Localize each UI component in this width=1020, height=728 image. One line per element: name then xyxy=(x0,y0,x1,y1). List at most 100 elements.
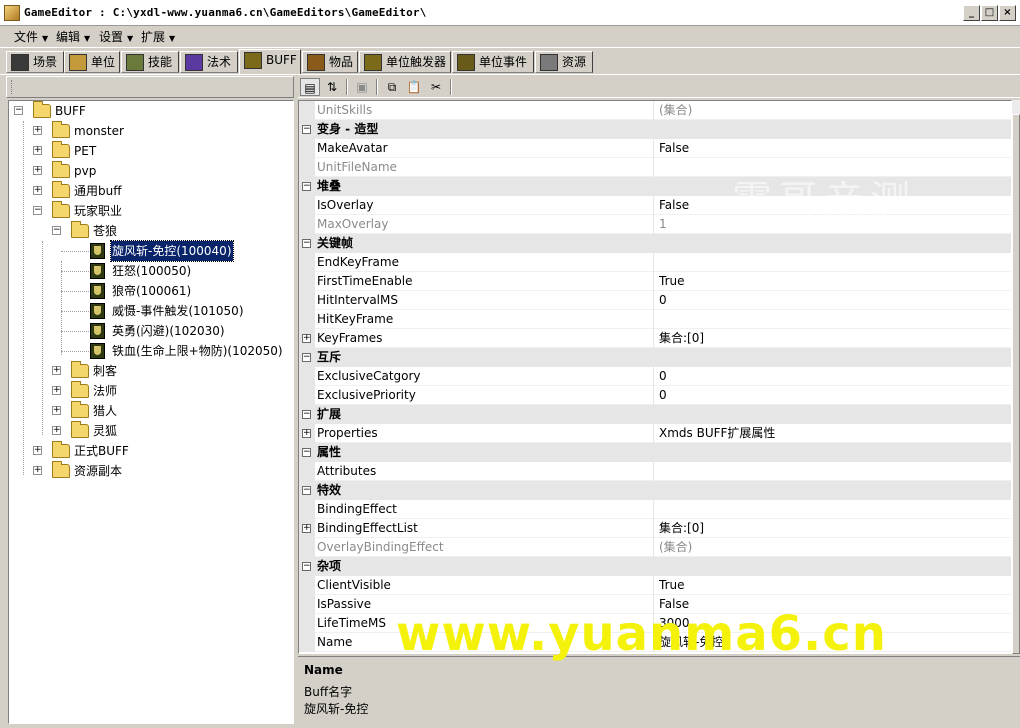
property-row[interactable]: Attributes xyxy=(299,462,1011,481)
property-category[interactable]: − 互斥 xyxy=(299,348,1011,367)
property-row[interactable]: FirstTimeEnable True xyxy=(299,272,1011,291)
property-category[interactable]: − 杂项 xyxy=(299,557,1011,576)
property-row[interactable]: + KeyFrames 集合:[0] xyxy=(299,329,1011,348)
chevron-down-icon: ▼ xyxy=(42,34,49,43)
property-value[interactable]: 集合:[0] xyxy=(659,329,1011,348)
property-category[interactable]: − 特效 xyxy=(299,481,1011,500)
paste-icon[interactable]: 📋 xyxy=(404,78,424,96)
property-name: FirstTimeEnable xyxy=(317,272,654,291)
property-row[interactable]: BindingEffect xyxy=(299,500,1011,519)
property-row[interactable]: MakeAvatar False xyxy=(299,139,1011,158)
minimize-button[interactable]: _ xyxy=(963,5,980,21)
expand-icon[interactable]: + xyxy=(52,426,61,435)
property-category[interactable]: − 属性 xyxy=(299,443,1011,462)
property-value[interactable] xyxy=(659,253,1011,272)
tab-unit-event[interactable]: 单位事件 xyxy=(452,51,534,73)
tab-spell[interactable]: 法术 xyxy=(180,51,238,73)
property-value[interactable]: (集合) xyxy=(659,538,1011,557)
tab-resource[interactable]: 资源 xyxy=(535,51,593,73)
collapse-icon[interactable]: − xyxy=(302,353,311,362)
vertical-scrollbar[interactable] xyxy=(1012,100,1020,654)
buff-tree: − BUFF + monster + PET + pvp + 通用buff − 玩家职业 −… xyxy=(8,100,294,724)
expand-icon[interactable]: + xyxy=(33,186,42,195)
row-gutter xyxy=(299,196,315,215)
expand-icon[interactable]: + xyxy=(33,466,42,475)
property-value[interactable] xyxy=(659,500,1011,519)
property-row[interactable]: + BindingEffectList 集合:[0] xyxy=(299,519,1011,538)
expand-icon[interactable]: + xyxy=(33,146,42,155)
folder-icon xyxy=(52,181,70,198)
property-value[interactable]: 0 xyxy=(659,291,1011,310)
collapse-icon[interactable]: − xyxy=(14,106,23,115)
expand-icon[interactable]: + xyxy=(33,126,42,135)
property-row[interactable]: ExclusiveCatgory 0 xyxy=(299,367,1011,386)
expand-icon[interactable]: + xyxy=(302,334,311,343)
tab-unit-trigger[interactable]: 单位触发器 xyxy=(359,51,451,73)
collapse-icon[interactable]: − xyxy=(33,206,42,215)
tab-skill[interactable]: 技能 xyxy=(121,51,179,73)
collapse-icon[interactable]: − xyxy=(302,486,311,495)
property-value[interactable] xyxy=(659,310,1011,329)
property-name: UnitFileName xyxy=(317,158,654,177)
property-row[interactable]: + Properties Xmds BUFF扩展属性 xyxy=(299,424,1011,443)
property-pages-icon[interactable]: ▣ xyxy=(352,78,372,96)
expand-icon[interactable]: + xyxy=(52,406,61,415)
collapse-icon[interactable]: − xyxy=(302,182,311,191)
expand-icon[interactable]: + xyxy=(52,366,61,375)
item-icon xyxy=(307,54,325,71)
collapse-icon[interactable]: − xyxy=(302,125,311,134)
property-name: ExclusiveCatgory xyxy=(317,367,654,386)
property-value[interactable]: 集合:[0] xyxy=(659,519,1011,538)
property-category[interactable]: − 关键帧 xyxy=(299,234,1011,253)
sort-az-icon[interactable]: ⇅ xyxy=(322,78,342,96)
menu-extend[interactable]: 扩展 ▼ xyxy=(141,29,175,45)
categorized-icon[interactable]: ▤ xyxy=(300,78,320,96)
maximize-button[interactable]: □ xyxy=(981,5,998,21)
menu-edit[interactable]: 编辑 ▼ xyxy=(56,29,90,45)
expand-icon[interactable]: + xyxy=(52,386,61,395)
toolbar-grip[interactable] xyxy=(11,80,13,94)
copy-icon[interactable]: ⧉ xyxy=(382,78,402,96)
row-gutter xyxy=(299,633,315,652)
cut-icon[interactable]: ✂ xyxy=(426,78,446,96)
collapse-icon[interactable]: − xyxy=(302,410,311,419)
tab-scene[interactable]: 场景 xyxy=(6,51,64,73)
tab-buff[interactable]: BUFF xyxy=(239,49,301,74)
scrollbar-thumb[interactable] xyxy=(1012,114,1020,654)
collapse-icon[interactable]: − xyxy=(302,239,311,248)
property-category[interactable]: − 扩展 xyxy=(299,405,1011,424)
tab-unit[interactable]: 单位 xyxy=(64,51,120,73)
property-row[interactable]: EndKeyFrame xyxy=(299,253,1011,272)
expand-icon[interactable]: + xyxy=(302,429,311,438)
property-value[interactable]: Xmds BUFF扩展属性 xyxy=(659,424,1011,443)
collapse-icon[interactable]: − xyxy=(52,226,61,235)
property-row[interactable]: HitKeyFrame xyxy=(299,310,1011,329)
close-button[interactable]: × xyxy=(999,5,1016,21)
property-name: MakeAvatar xyxy=(317,139,654,158)
collapse-icon[interactable]: − xyxy=(302,448,311,457)
row-gutter xyxy=(299,272,315,291)
menu-settings[interactable]: 设置 ▼ xyxy=(99,29,133,45)
tab-item[interactable]: 物品 xyxy=(302,51,358,73)
collapse-icon[interactable]: − xyxy=(302,562,311,571)
property-row[interactable]: ExclusivePriority 0 xyxy=(299,386,1011,405)
property-row[interactable]: HitIntervalMS 0 xyxy=(299,291,1011,310)
property-value[interactable]: 0 xyxy=(659,386,1011,405)
property-row[interactable]: UnitSkills (集合) xyxy=(299,101,1011,120)
property-value[interactable]: 0 xyxy=(659,367,1011,386)
tree-line xyxy=(61,291,89,292)
expand-icon[interactable]: + xyxy=(302,524,311,533)
property-value[interactable]: False xyxy=(659,139,1011,158)
toolbar-separator xyxy=(376,79,378,95)
property-value[interactable]: (集合) xyxy=(659,101,1011,120)
expand-icon[interactable]: + xyxy=(33,166,42,175)
menu-file[interactable]: 文件 ▼ xyxy=(14,29,48,45)
property-value[interactable]: True xyxy=(659,272,1011,291)
property-row[interactable]: ClientVisible True xyxy=(299,576,1011,595)
property-value[interactable] xyxy=(659,462,1011,481)
property-category[interactable]: − 变身 - 造型 xyxy=(299,120,1011,139)
row-gutter xyxy=(299,614,315,633)
property-row[interactable]: OverlayBindingEffect (集合) xyxy=(299,538,1011,557)
property-value[interactable]: True xyxy=(659,576,1011,595)
expand-icon[interactable]: + xyxy=(33,446,42,455)
